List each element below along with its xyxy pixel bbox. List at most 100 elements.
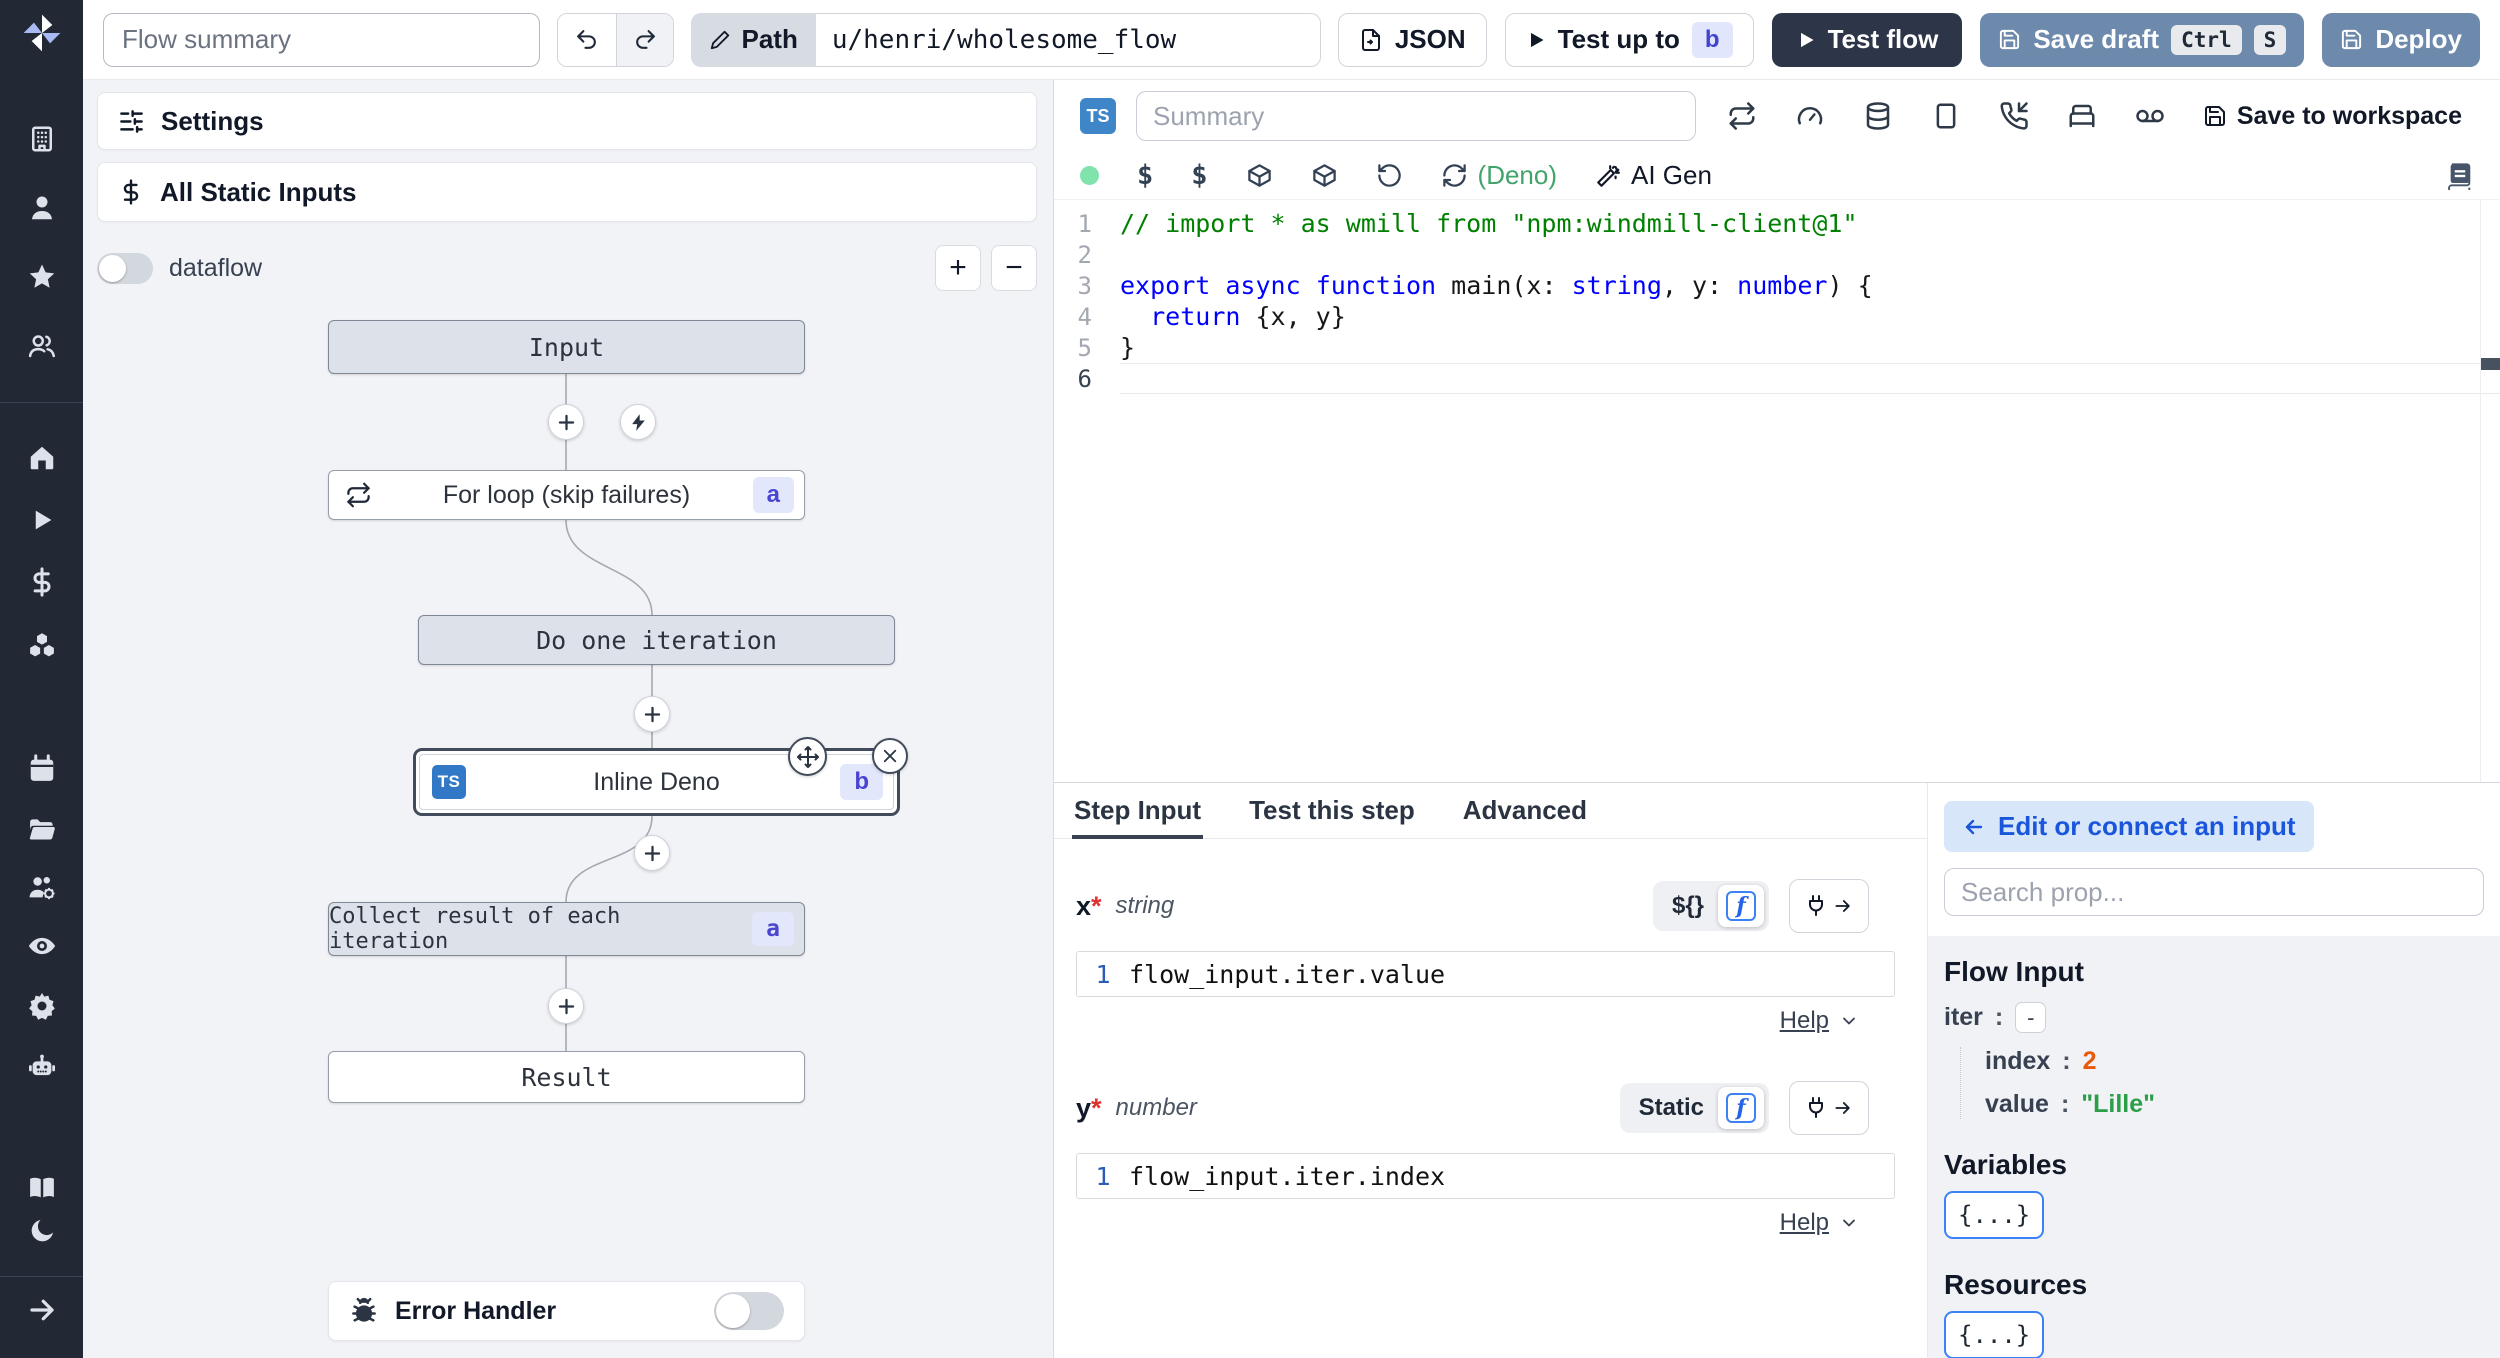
variables-object-button[interactable]: {...} (1944, 1191, 2045, 1239)
node-inline-deno-selected[interactable]: TS Inline Deno b (413, 748, 900, 816)
field-x-expression-editor[interactable]: 1 flow_input.iter.value (1076, 951, 1895, 997)
refresh-icon[interactable] (1441, 162, 1468, 189)
chevron-down-icon[interactable] (1839, 1213, 1859, 1233)
reset-rotate-ccw-icon[interactable] (1376, 162, 1403, 189)
tab-step-input[interactable]: Step Input (1071, 783, 1204, 839)
cache-database-icon[interactable] (1863, 101, 1893, 131)
function-icon: f (1726, 1093, 1756, 1123)
home-icon[interactable] (27, 443, 57, 473)
code-line[interactable]: 5} (1054, 332, 2500, 363)
search-prop-input[interactable] (1944, 868, 2484, 916)
sleep-bed-icon[interactable] (2067, 101, 2097, 131)
favorites-star-icon[interactable] (27, 262, 57, 292)
schedules-calendar-icon[interactable] (27, 754, 57, 784)
tab-test-this-step[interactable]: Test this step (1249, 783, 1415, 838)
help-link[interactable]: Help (1780, 1209, 1829, 1237)
deploy-label: Deploy (2375, 24, 2462, 54)
editor-overview-ruler[interactable] (2480, 200, 2500, 782)
workspace-building-icon[interactable] (27, 124, 57, 154)
resources-boxes-icon[interactable] (27, 631, 57, 661)
prop-index-row[interactable]: index : 2 (1985, 1047, 2484, 1076)
javascript-mode-button[interactable]: f (1718, 885, 1764, 927)
save-draft-button[interactable]: Save draft Ctrl S (1980, 12, 2305, 67)
timeout-square-icon[interactable] (1931, 101, 1961, 131)
variable-picker-icon[interactable]: $ (1137, 160, 1153, 191)
docs-book-icon[interactable] (27, 1173, 57, 1203)
workers-users-gear-icon[interactable] (27, 873, 57, 903)
ai-robot-icon[interactable] (27, 1052, 57, 1082)
mock-voicemail-icon[interactable] (2135, 101, 2165, 131)
node-input[interactable]: Input (328, 320, 805, 374)
undo-button[interactable] (558, 13, 616, 66)
code-line[interactable]: 4 return {x, y} (1054, 301, 2500, 332)
deploy-button[interactable]: Deploy (2322, 12, 2480, 67)
add-step-button[interactable] (548, 404, 584, 440)
groups-users-icon[interactable] (27, 331, 57, 361)
trigger-bolt-button[interactable] (620, 404, 656, 440)
edit-path-button[interactable]: Path (691, 12, 816, 67)
dark-mode-moon-icon[interactable] (27, 1216, 57, 1246)
settings-gear-icon[interactable] (27, 991, 57, 1021)
add-step-button[interactable] (634, 835, 670, 871)
package-box-icon[interactable] (1311, 162, 1338, 189)
edit-or-connect-input-button[interactable]: Edit or connect an input (1944, 801, 2314, 852)
step-summary-input[interactable] (1136, 91, 1696, 141)
field-y-connect-button[interactable] (1789, 1081, 1869, 1135)
prop-value-row[interactable]: value : "Lille" (1985, 1090, 2484, 1119)
redo-button[interactable] (615, 13, 674, 66)
folders-icon[interactable] (27, 814, 57, 844)
concurrency-gauge-icon[interactable] (1795, 101, 1825, 131)
runs-play-icon[interactable] (27, 505, 57, 535)
template-mode-button[interactable]: ${} (1658, 890, 1718, 922)
all-static-inputs-button[interactable]: All Static Inputs (97, 162, 1037, 222)
collapse-arrow-right-icon[interactable] (27, 1295, 57, 1325)
code-line[interactable]: 2 (1054, 239, 2500, 270)
error-handler-toggle[interactable] (714, 1292, 784, 1330)
static-mode-button[interactable]: Static (1625, 1092, 1718, 1124)
node-result[interactable]: Result (328, 1051, 805, 1103)
node-forloop[interactable]: For loop (skip failures) a (328, 470, 805, 520)
error-handler-card: Error Handler (328, 1281, 805, 1341)
variables-dollar-icon[interactable] (27, 567, 57, 597)
path-input[interactable] (815, 12, 1321, 67)
zoom-out-button[interactable]: − (991, 245, 1037, 291)
code-line[interactable]: 3 export async function main(x: string, y… (1054, 270, 2500, 301)
ai-gen-button[interactable]: AI Gen (1595, 160, 1712, 191)
move-step-handle[interactable] (788, 737, 827, 776)
prop-iter-row[interactable]: iter : - (1944, 1002, 2484, 1033)
field-y-expression-editor[interactable]: 1 flow_input.iter.index (1076, 1153, 1895, 1199)
tab-advanced[interactable]: Advanced (1463, 783, 1587, 838)
save-to-workspace-label: Save to workspace (2236, 101, 2462, 130)
code-line[interactable]: 1// import * as wmill from "npm:windmill… (1054, 208, 2500, 239)
delete-step-button[interactable] (872, 738, 908, 774)
windmill-logo-icon[interactable] (19, 10, 65, 56)
add-step-button[interactable] (634, 696, 670, 732)
flow-settings-button[interactable]: Settings (97, 92, 1037, 150)
retries-repeat-icon[interactable] (1727, 101, 1757, 131)
kbd-s: S (2253, 24, 2287, 55)
code-editor[interactable]: 1// import * as wmill from "npm:windmill… (1054, 200, 2500, 782)
test-flow-button[interactable]: Test flow (1771, 12, 1963, 67)
add-step-button[interactable] (548, 988, 584, 1024)
dataflow-toggle[interactable] (97, 252, 153, 284)
user-icon[interactable] (27, 193, 57, 223)
collapse-toggle-button[interactable]: - (2015, 1002, 2047, 1033)
zoom-in-button[interactable]: + (935, 245, 981, 291)
save-to-workspace-button[interactable]: Save to workspace (2203, 102, 2462, 131)
package-box-icon[interactable] (1246, 162, 1273, 189)
field-x-connect-button[interactable] (1789, 879, 1869, 933)
code-line[interactable]: 6 (1054, 363, 2500, 394)
help-link[interactable]: Help (1780, 1007, 1829, 1035)
test-up-to-button[interactable]: Test up to b (1504, 12, 1754, 67)
resources-object-button[interactable]: {...} (1944, 1311, 2045, 1358)
docs-book-icon[interactable] (2446, 162, 2474, 190)
node-do-one-iteration[interactable]: Do one iteration (418, 615, 895, 665)
flow-summary-input[interactable] (103, 12, 541, 67)
json-button[interactable]: JSON (1337, 12, 1487, 67)
chevron-down-icon[interactable] (1839, 1011, 1859, 1031)
resource-picker-icon[interactable]: $ (1191, 160, 1207, 191)
phone-incoming-icon[interactable] (1999, 101, 2029, 131)
node-collect-result[interactable]: Collect result of each iteration a (328, 902, 805, 956)
javascript-mode-button[interactable]: f (1718, 1087, 1764, 1129)
audit-eye-icon[interactable] (27, 931, 57, 961)
